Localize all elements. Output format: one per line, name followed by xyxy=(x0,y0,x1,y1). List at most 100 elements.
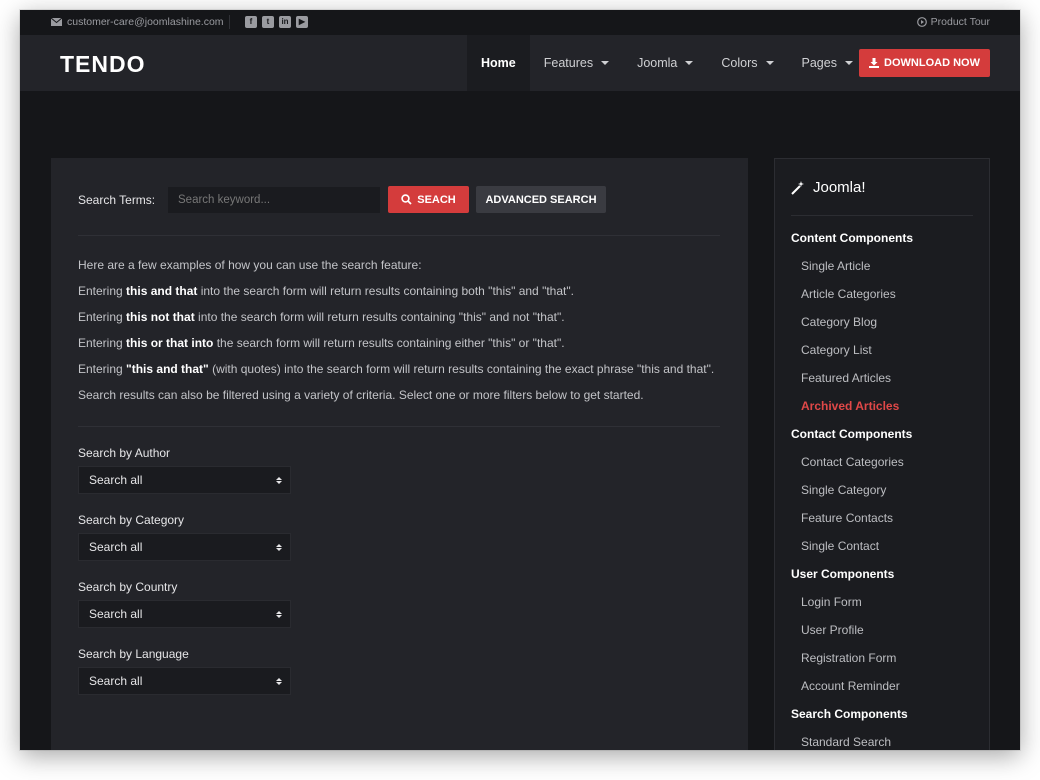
sidebar-item-category-list[interactable]: Category List xyxy=(791,343,976,371)
sidebar-item-single-category[interactable]: Single Category xyxy=(791,483,976,511)
filter-category: Search by Category Search all xyxy=(78,513,291,561)
nav-pages-label: Pages xyxy=(801,56,837,70)
language-select[interactable]: Search all xyxy=(78,667,291,695)
sidebar-item-single-contact[interactable]: Single Contact xyxy=(791,539,976,567)
sidebar-item-single-article[interactable]: Single Article xyxy=(791,259,976,287)
caret-down-icon xyxy=(601,61,610,65)
select-value: Search all xyxy=(89,540,143,554)
email-text: customer-care@joomlashine.com xyxy=(67,16,224,28)
divider xyxy=(791,215,973,216)
product-tour-label: Product Tour xyxy=(930,16,990,28)
example-term: this and that xyxy=(126,284,198,298)
search-help-text: Here are a few examples of how you can u… xyxy=(78,258,714,414)
main-navbar: TENDO Home Features Joomla Colors Pages … xyxy=(20,35,1020,91)
search-button[interactable]: SEACH xyxy=(388,186,469,213)
sidebar: Joomla! Content Components Single Articl… xyxy=(774,158,990,750)
sidebar-heading[interactable]: Contact Components xyxy=(791,427,976,455)
linkedin-icon[interactable]: in xyxy=(279,16,291,28)
example-term: this not that xyxy=(126,310,195,324)
nav-pages[interactable]: Pages xyxy=(788,35,867,91)
example-text: into the search form will return results… xyxy=(194,310,565,324)
example-text: Entering xyxy=(78,362,127,376)
envelope-icon xyxy=(51,18,62,26)
sidebar-item-registration-form[interactable]: Registration Form xyxy=(791,651,976,679)
advanced-search-button[interactable]: ADVANCED SEARCH xyxy=(476,186,606,213)
filter-label: Search by Category xyxy=(78,513,185,527)
filter-label: Search by Author xyxy=(78,446,171,460)
nav-home[interactable]: Home xyxy=(467,35,530,91)
social-links: f t in ▶ xyxy=(245,16,308,28)
product-tour-link[interactable]: Product Tour xyxy=(916,16,990,28)
youtube-icon[interactable]: ▶ xyxy=(296,16,308,28)
select-arrows-icon xyxy=(276,677,282,685)
select-value: Search all xyxy=(89,674,143,688)
filter-label: Search by Country xyxy=(78,580,178,594)
example-text: into the search form will return results… xyxy=(197,284,574,298)
browser-window: customer-care@joomlashine.com f t in ▶ P… xyxy=(20,10,1020,750)
top-bar: customer-care@joomlashine.com f t in ▶ P… xyxy=(20,10,1020,35)
caret-down-icon xyxy=(685,61,694,65)
sidebar-item-featured-articles[interactable]: Featured Articles xyxy=(791,371,976,399)
sidebar-item-account-reminder[interactable]: Account Reminder xyxy=(791,679,976,707)
sidebar-item-article-categories[interactable]: Article Categories xyxy=(791,287,976,315)
select-arrows-icon xyxy=(276,610,282,618)
select-value: Search all xyxy=(89,607,143,621)
select-value: Search all xyxy=(89,473,143,487)
search-input[interactable]: Search keyword... xyxy=(168,186,380,213)
contact-email[interactable]: customer-care@joomlashine.com xyxy=(51,16,224,28)
help-example: Entering "this and that" (with quotes) i… xyxy=(78,362,714,388)
sidebar-item-standard-search[interactable]: Standard Search xyxy=(791,735,976,750)
nav-colors[interactable]: Colors xyxy=(707,35,787,91)
magic-wand-icon xyxy=(791,180,804,195)
nav-features[interactable]: Features xyxy=(530,35,623,91)
search-icon xyxy=(401,194,412,205)
nav-joomla-label: Joomla xyxy=(637,56,678,70)
sidebar-heading[interactable]: User Components xyxy=(791,567,976,595)
nav-colors-label: Colors xyxy=(721,56,758,70)
select-arrows-icon xyxy=(276,476,282,484)
facebook-icon[interactable]: f xyxy=(245,16,257,28)
download-icon xyxy=(869,58,880,68)
sidebar-item-category-blog[interactable]: Category Blog xyxy=(791,315,976,343)
main-menu: Home Features Joomla Colors Pages xyxy=(467,35,867,91)
caret-down-icon xyxy=(844,61,853,65)
filter-language: Search by Language Search all xyxy=(78,647,291,695)
help-example: Entering this or that into the search fo… xyxy=(78,336,714,362)
search-button-label: SEACH xyxy=(417,193,456,206)
sidebar-item-user-profile[interactable]: User Profile xyxy=(791,623,976,651)
site-logo[interactable]: TENDO xyxy=(60,51,146,78)
example-text: Entering xyxy=(78,336,127,350)
country-select[interactable]: Search all xyxy=(78,600,291,628)
sidebar-item-contact-categories[interactable]: Contact Categories xyxy=(791,455,976,483)
author-select[interactable]: Search all xyxy=(78,466,291,494)
filter-author: Search by Author Search all xyxy=(78,446,291,494)
help-example: Entering this and that into the search f… xyxy=(78,284,714,310)
nav-joomla[interactable]: Joomla xyxy=(623,35,707,91)
twitter-icon[interactable]: t xyxy=(262,16,274,28)
caret-down-icon xyxy=(765,61,774,65)
select-arrows-icon xyxy=(276,543,282,551)
divider xyxy=(229,15,230,29)
example-text: Entering xyxy=(78,310,127,324)
help-outro: Search results can also be filtered usin… xyxy=(78,388,644,402)
sidebar-heading[interactable]: Content Components xyxy=(791,231,976,259)
sidebar-item-feature-contacts[interactable]: Feature Contacts xyxy=(791,511,976,539)
sidebar-title: Joomla! xyxy=(791,179,866,196)
sidebar-heading[interactable]: Search Components xyxy=(791,707,976,735)
sidebar-menu: Content Components Single Article Articl… xyxy=(791,231,976,750)
category-select[interactable]: Search all xyxy=(78,533,291,561)
example-text: Entering xyxy=(78,284,127,298)
help-example: Entering this not that into the search f… xyxy=(78,310,714,336)
sidebar-title-text: Joomla! xyxy=(813,179,866,196)
search-form: Search Terms: Search keyword... SEACH AD… xyxy=(78,186,606,213)
filter-label: Search by Language xyxy=(78,647,189,661)
nav-features-label: Features xyxy=(543,56,594,70)
example-term: this or that into xyxy=(126,336,214,350)
play-circle-icon xyxy=(916,17,927,27)
sidebar-item-login-form[interactable]: Login Form xyxy=(791,595,976,623)
download-now-button[interactable]: DOWNLOAD NOW xyxy=(859,49,990,77)
nav-home-label: Home xyxy=(481,56,516,70)
sidebar-item-archived-articles[interactable]: Archived Articles xyxy=(791,399,976,427)
search-terms-label: Search Terms: xyxy=(78,192,156,207)
download-label: DOWNLOAD NOW xyxy=(884,57,980,69)
